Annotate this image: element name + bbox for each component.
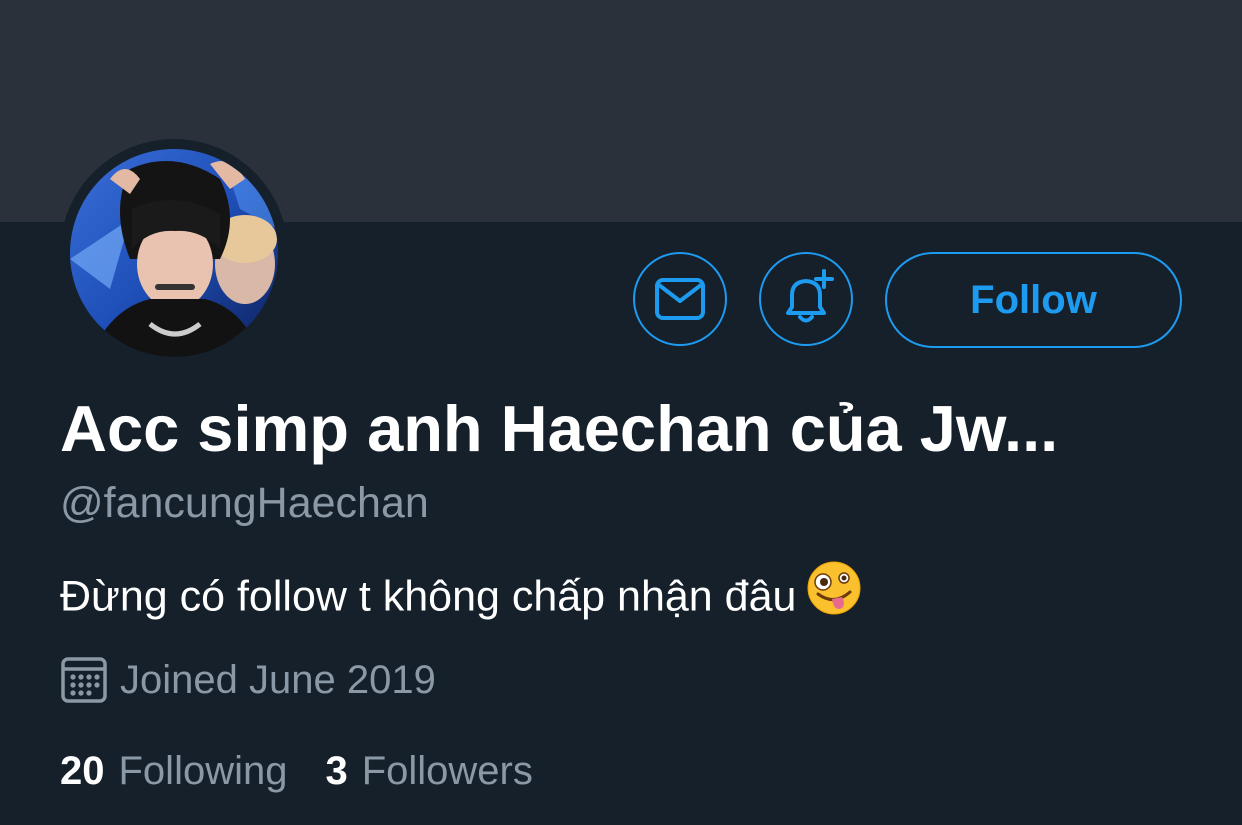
avatar[interactable] <box>70 149 278 357</box>
mail-icon <box>655 278 705 320</box>
following-count: 20 <box>60 749 105 793</box>
followers-link[interactable]: 3 Followers <box>325 745 532 797</box>
bio-text: Đừng có follow t không chấp nhận đâu <box>60 572 797 621</box>
user-handle: @fancungHaechan <box>60 479 429 527</box>
avatar-photo <box>70 149 278 357</box>
following-label: Following <box>118 749 288 793</box>
display-name: Acc simp anh Haechan của Jw... <box>60 392 1059 465</box>
bell-plus-icon <box>786 269 834 323</box>
followers-count: 3 <box>325 749 348 793</box>
followers-label: Followers <box>361 749 533 793</box>
joined-text: Joined June 2019 <box>120 658 436 702</box>
profile-stats: 20 Following 3 Followers <box>60 745 533 797</box>
joined-date: Joined June 2019 <box>60 654 436 706</box>
following-link[interactable]: 20 Following <box>60 745 287 797</box>
zany-face-icon <box>806 560 862 630</box>
message-button[interactable] <box>633 252 727 346</box>
notifications-button[interactable] <box>759 252 853 346</box>
profile-page: Follow Acc simp anh Haechan của Jw... @f… <box>0 0 1242 825</box>
bio: Đừng có follow t không chấp nhận đâu <box>60 561 862 630</box>
calendar-icon <box>60 656 108 704</box>
follow-button[interactable]: Follow <box>885 252 1182 348</box>
